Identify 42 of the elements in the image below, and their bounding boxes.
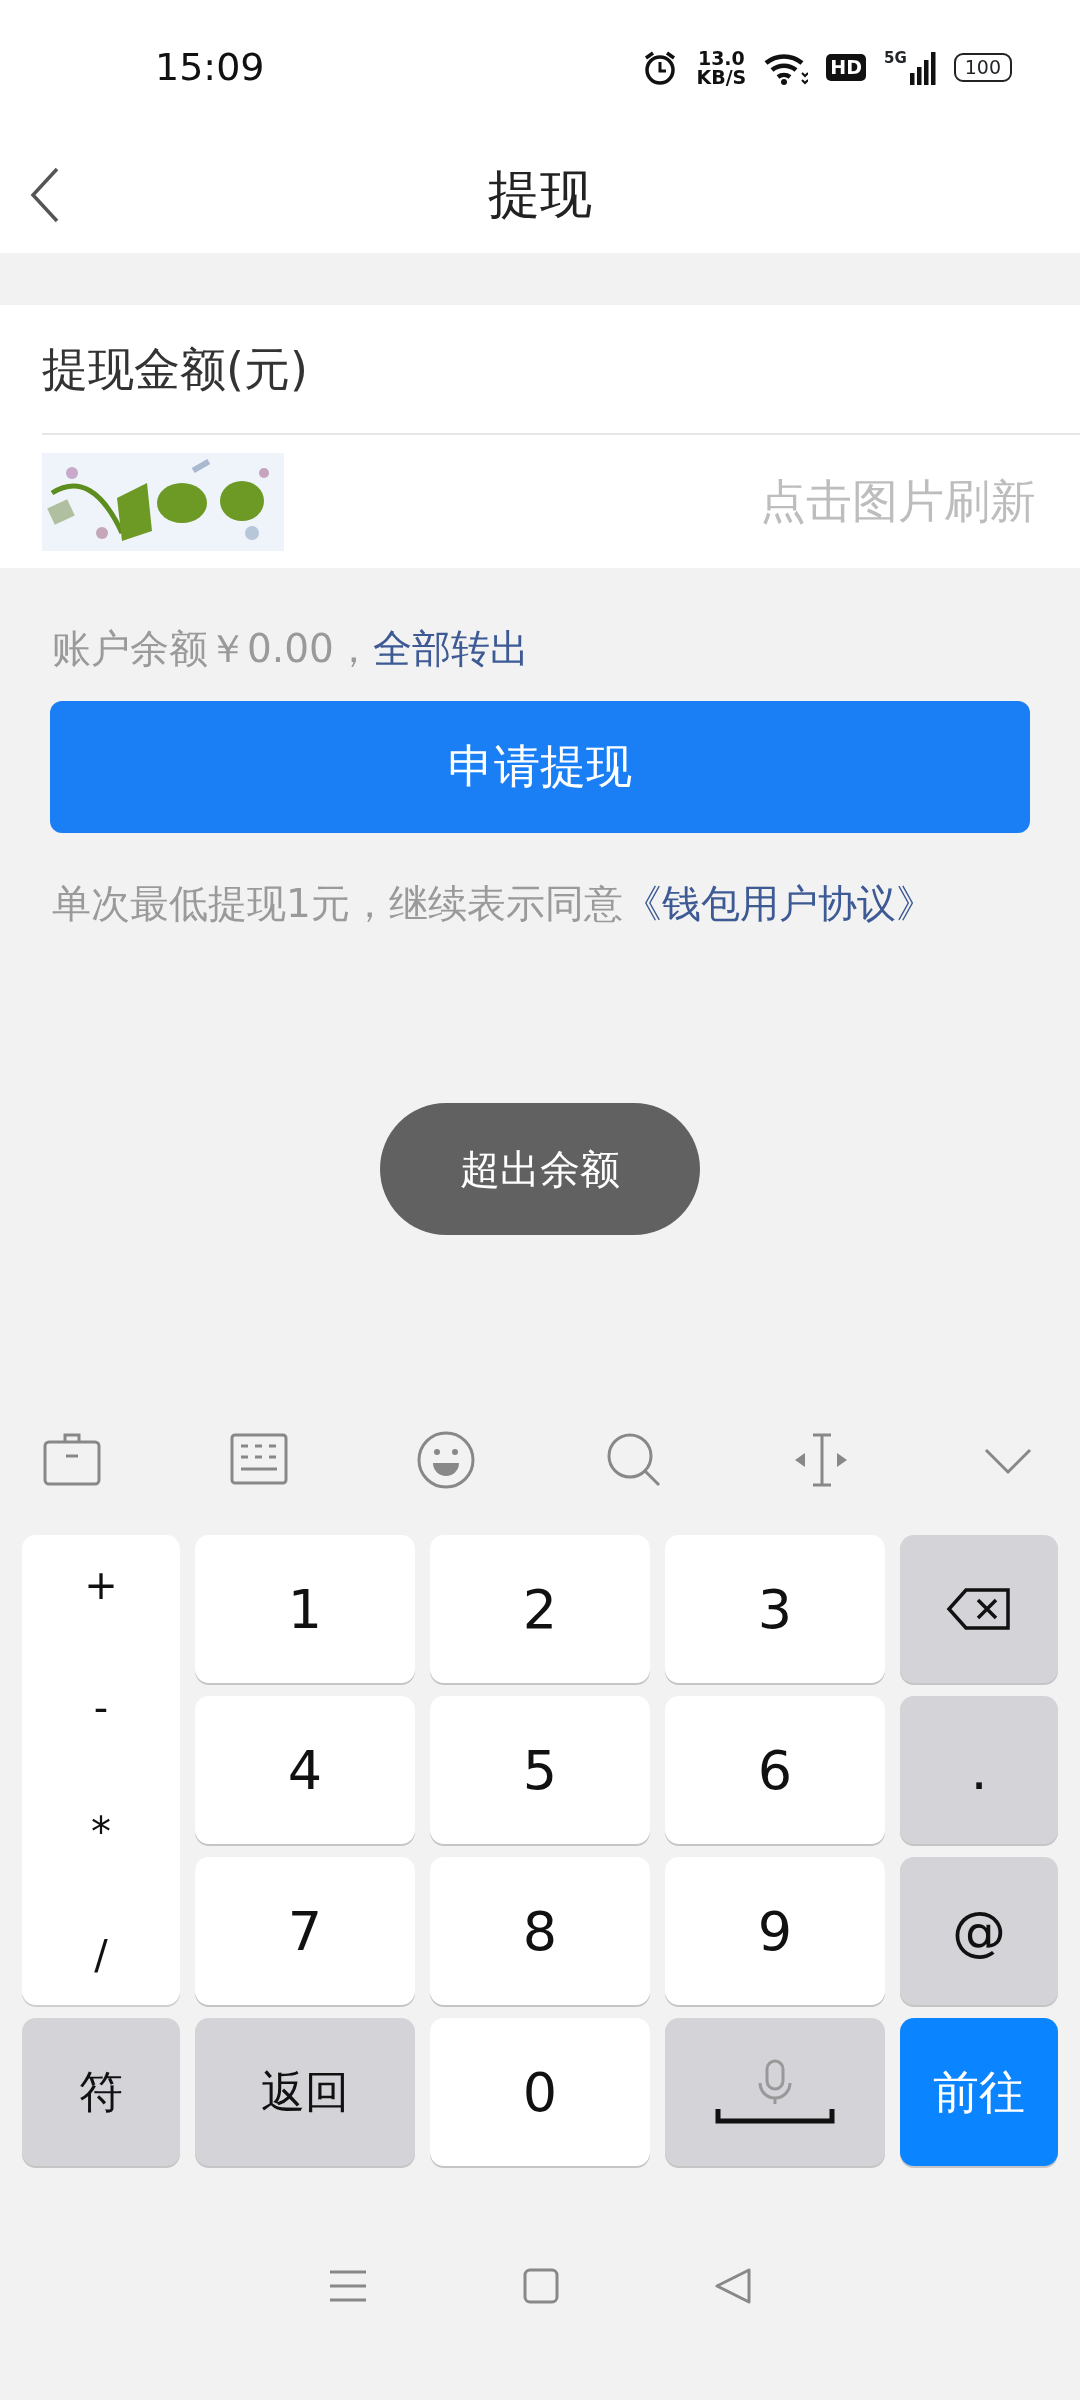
- number-key[interactable]: 1: [195, 1535, 415, 1683]
- status-time: 15:09: [155, 44, 265, 91]
- function-key[interactable]: .: [900, 1696, 1058, 1844]
- back-triangle-icon[interactable]: [714, 2267, 752, 2305]
- transfer-all-link[interactable]: 全部转出: [372, 626, 529, 671]
- number-key[interactable]: 6: [665, 1696, 885, 1844]
- number-key[interactable]: 4: [195, 1696, 415, 1844]
- agreement-text: 单次最低提现1元，继续表示同意: [52, 880, 623, 926]
- amount-label: 提现金额(元): [42, 340, 308, 398]
- home-icon[interactable]: [523, 2268, 559, 2304]
- number-key[interactable]: 5: [430, 1696, 650, 1844]
- number-key[interactable]: 9: [665, 1857, 885, 2005]
- balance-text: 账户余额￥0.00，: [52, 626, 373, 671]
- number-key[interactable]: 2: [430, 1535, 650, 1683]
- symbol-key[interactable]: -: [93, 1678, 109, 1739]
- symbol-key[interactable]: /: [94, 1925, 108, 1985]
- speed-value: 13.0: [696, 49, 746, 68]
- back-icon[interactable]: [30, 167, 60, 223]
- smiley-icon[interactable]: [416, 1430, 477, 1490]
- backspace-icon[interactable]: [946, 1587, 1012, 1631]
- battery-indicator: 100: [953, 53, 1012, 82]
- signal-icon: [909, 50, 936, 85]
- agreement-link[interactable]: 《钱包用户协议》: [622, 880, 935, 926]
- function-key[interactable]: @: [900, 1857, 1058, 2005]
- page-title: 提现: [488, 163, 592, 226]
- symbol-key[interactable]: *: [91, 1801, 111, 1862]
- hd-badge: HD: [826, 54, 866, 81]
- toast-message: 超出余额: [380, 1103, 700, 1235]
- captcha-input[interactable]: 点击图片刷新: [284, 466, 1038, 537]
- number-key[interactable]: 3: [665, 1535, 885, 1683]
- menu-icon[interactable]: [328, 2268, 368, 2304]
- speed-unit: KB/S: [696, 67, 747, 86]
- number-key[interactable]: 7: [195, 1857, 415, 2005]
- number-key[interactable]: 0: [430, 2018, 650, 2166]
- withdraw-button[interactable]: 申请提现: [50, 700, 1030, 833]
- space-mic-icon[interactable]: [715, 2057, 835, 2127]
- number-key[interactable]: 8: [430, 1857, 650, 2005]
- function-key[interactable]: 符: [22, 2018, 180, 2166]
- go-key[interactable]: 前往: [900, 2018, 1058, 2166]
- function-key[interactable]: 返回: [195, 2018, 415, 2166]
- network-type: 5G: [884, 50, 907, 66]
- symbol-key[interactable]: +: [84, 1555, 118, 1615]
